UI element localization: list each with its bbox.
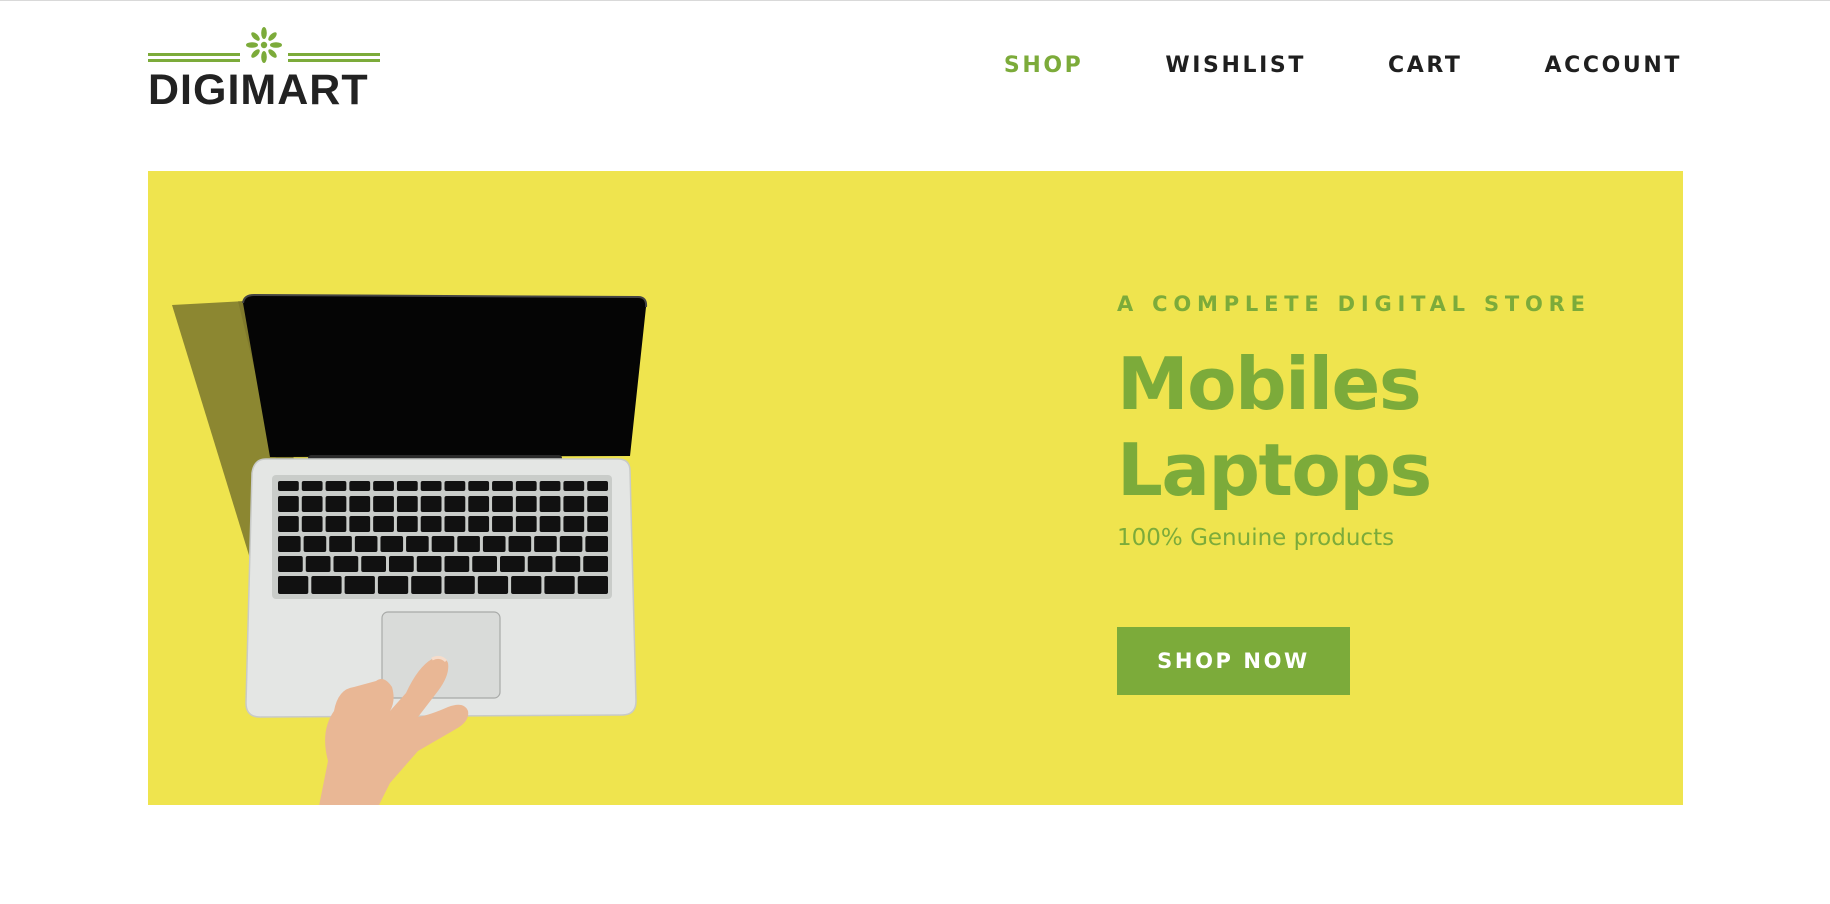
brand-logo[interactable]: DIGIMART bbox=[148, 24, 380, 114]
hero-headline: Mobiles Laptops bbox=[1117, 341, 1637, 513]
main-nav: SHOP WISHLIST CART ACCOUNT bbox=[922, 50, 1682, 82]
brand-name: DIGIMART bbox=[148, 66, 369, 114]
site-header: DIGIMART SHOP WISHLIST CART ACCOUNT bbox=[0, 0, 1830, 140]
headline-line-2: Laptops bbox=[1117, 428, 1432, 512]
hero-copy: A COMPLETE DIGITAL STORE Mobiles Laptops… bbox=[1117, 289, 1637, 555]
hero-subtitle: 100% Genuine products bbox=[1117, 525, 1395, 551]
hero-banner: A COMPLETE DIGITAL STORE Mobiles Laptops… bbox=[148, 171, 1683, 805]
nav-item-account[interactable]: ACCOUNT bbox=[1544, 50, 1682, 82]
shop-now-button[interactable]: SHOP NOW bbox=[1117, 627, 1350, 695]
laptop-image bbox=[168, 291, 668, 805]
headline-line-1: Mobiles bbox=[1117, 342, 1422, 426]
nav-item-wishlist[interactable]: WISHLIST bbox=[1165, 50, 1306, 82]
nav-item-shop[interactable]: SHOP bbox=[1004, 50, 1083, 82]
nav-item-cart[interactable]: CART bbox=[1388, 50, 1463, 82]
hero-eyebrow: A COMPLETE DIGITAL STORE bbox=[1117, 292, 1591, 316]
